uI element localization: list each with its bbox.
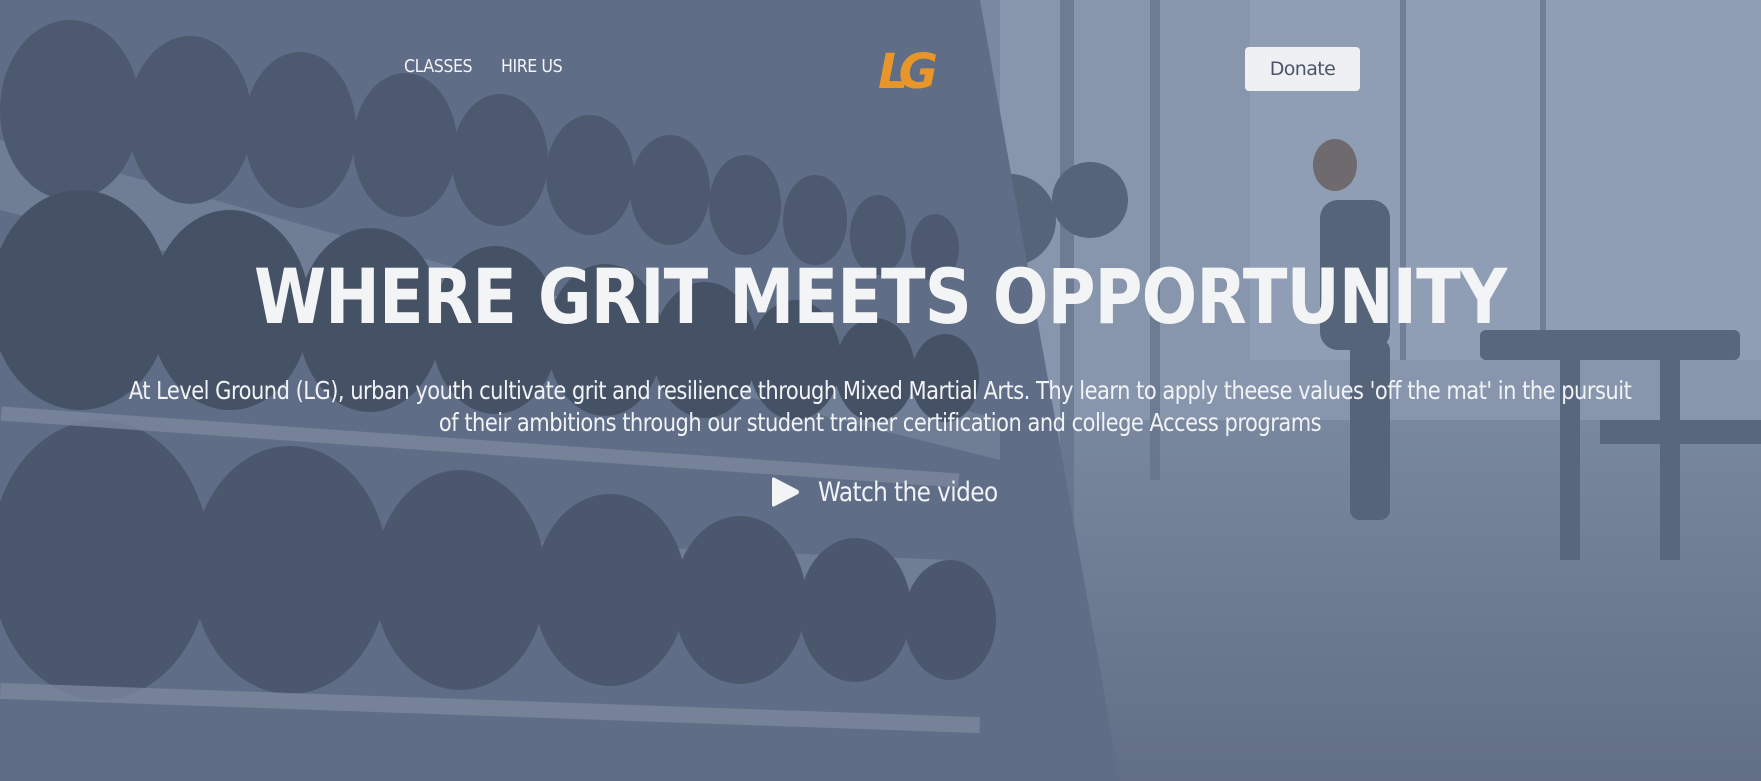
svg-text:LG: LG <box>878 44 937 100</box>
top-navigation: CLASSES HIRE US LG Donate <box>0 0 1761 140</box>
donate-button[interactable]: Donate <box>1245 47 1360 91</box>
hero-headline: WHERE GRIT MEETS OPPORTUNITY <box>0 252 1761 341</box>
hero-description-text: At Level Ground (LG), urban youth cultiv… <box>128 376 1632 437</box>
play-icon <box>772 477 799 507</box>
nav-links: CLASSES HIRE US <box>404 56 571 77</box>
hero-headline-text: WHERE GRIT MEETS OPPORTUNITY <box>254 252 1507 341</box>
watch-video-link[interactable]: Watch the video <box>772 476 1027 508</box>
nav-link-hire-us[interactable]: HIRE US <box>501 56 563 77</box>
watch-video-label: Watch the video <box>818 476 998 508</box>
nav-link-classes[interactable]: CLASSES <box>404 56 473 77</box>
lg-logo[interactable]: LG <box>876 36 938 100</box>
hero-section: CLASSES HIRE US LG Donate WHERE GRIT MEE… <box>0 0 1761 781</box>
hero-description: At Level Ground (LG), urban youth cultiv… <box>110 375 1651 439</box>
